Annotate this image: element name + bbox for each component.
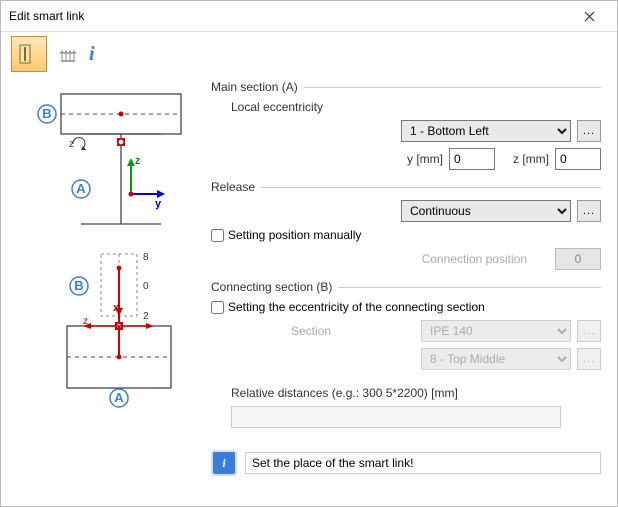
svg-text:z: z — [135, 155, 141, 167]
connection-position-input — [555, 248, 601, 270]
svg-text:8: 8 — [143, 252, 149, 263]
section-position-combo: 8 - Top Middle — [421, 348, 571, 370]
z-input[interactable] — [555, 148, 601, 170]
relative-distances-label: Relative distances (e.g.: 300 5*2200) [m… — [231, 386, 458, 400]
setting-eccentricity-checkbox[interactable]: Setting the eccentricity of the connecti… — [211, 300, 485, 314]
svg-text:2: 2 — [143, 311, 149, 322]
title-bar: Edit smart link — [1, 1, 617, 32]
section-combo: IPE 140 — [421, 320, 571, 342]
release-combo[interactable]: Continuous — [401, 200, 571, 222]
eccentricity-browse-button[interactable]: ... — [577, 120, 601, 142]
svg-text:B: B — [74, 278, 83, 293]
section-label: Section — [291, 324, 331, 338]
section-icon — [18, 43, 40, 65]
local-eccentricity-label: Local eccentricity — [231, 100, 323, 114]
main-section-header: Main section (A) — [211, 80, 601, 94]
section-position-browse-button: ... — [577, 348, 601, 370]
diagram-bottom: 8 0 2 B x z A — [21, 246, 191, 416]
diagram-top: B z A z y — [21, 84, 191, 234]
toolbar: i — [1, 32, 617, 76]
section-browse-button: ... — [577, 320, 601, 342]
y-input[interactable] — [449, 148, 495, 170]
status-message: Set the place of the smart link! — [245, 452, 601, 474]
z-label: z [mm] — [513, 152, 549, 166]
connection-position-label: Connection position — [422, 252, 527, 266]
window-title: Edit smart link — [9, 9, 84, 23]
release-header: Release — [211, 180, 601, 194]
diagram-panel: B z A z y — [1, 76, 211, 506]
info-icon: i — [211, 450, 237, 476]
svg-text:y: y — [155, 198, 162, 210]
setting-position-checkbox[interactable]: Setting position manually — [211, 228, 361, 242]
svg-text:z: z — [83, 316, 88, 327]
eccentricity-combo[interactable]: 1 - Bottom Left — [401, 120, 571, 142]
tool-button-primary[interactable] — [11, 36, 47, 72]
release-browse-button[interactable]: ... — [577, 200, 601, 222]
connecting-section-header: Connecting section (B) — [211, 280, 601, 294]
svg-text:A: A — [76, 181, 86, 196]
svg-text:A: A — [114, 390, 124, 405]
svg-text:0: 0 — [143, 281, 149, 292]
close-button[interactable] — [569, 2, 609, 30]
svg-text:B: B — [42, 106, 51, 121]
relative-distances-input[interactable] — [231, 406, 561, 428]
info-icon[interactable]: i — [89, 43, 95, 66]
close-icon — [584, 11, 595, 22]
y-label: y [mm] — [407, 152, 443, 166]
support-icon[interactable] — [57, 43, 79, 65]
